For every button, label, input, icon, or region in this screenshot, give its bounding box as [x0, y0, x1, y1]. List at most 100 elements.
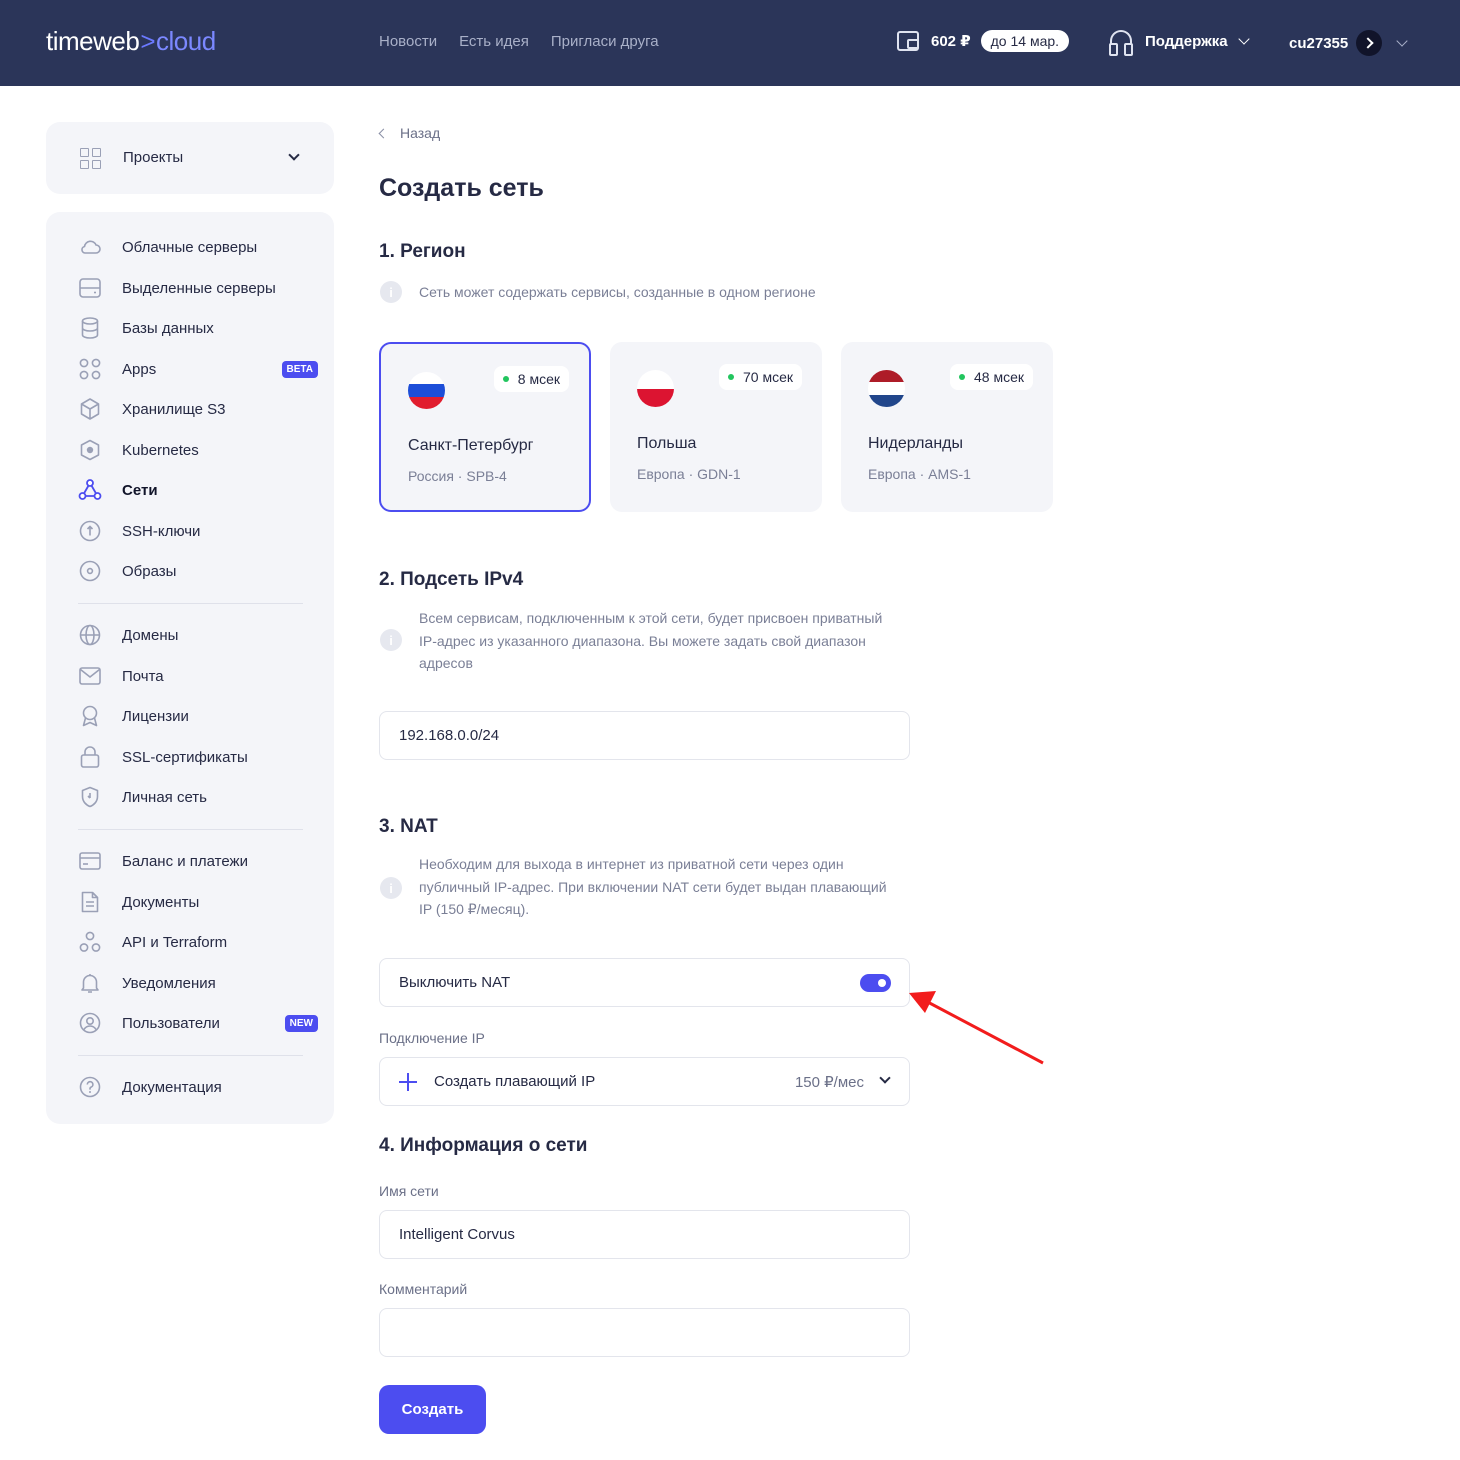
chevron-down-icon	[288, 149, 300, 161]
sidebar-item-label: API и Terraform	[122, 933, 228, 951]
card-icon	[78, 849, 102, 873]
region-city: Нидерланды	[868, 435, 963, 452]
logo-main: timeweb	[46, 26, 140, 56]
sidebar-item-ssl[interactable]: SSL-сертификаты	[78, 743, 318, 771]
projects-selector[interactable]: Проекты	[46, 122, 334, 194]
sidebar-item-cloud-servers[interactable]: Облачные серверы	[78, 233, 318, 261]
sidebar-item-label: Apps	[122, 360, 157, 378]
region-hint: i Сеть может содержать сервисы, созданны…	[380, 281, 816, 304]
back-label: Назад	[400, 125, 441, 141]
sidebar-item-images[interactable]: Образы	[78, 557, 318, 585]
logo[interactable]: timeweb>cloud	[46, 26, 216, 57]
sidebar-item-s3[interactable]: Хранилище S3	[78, 395, 318, 423]
headset-icon	[1109, 30, 1133, 56]
award-icon	[78, 704, 102, 728]
floating-ip-option: Создать плавающий IP	[434, 1073, 596, 1090]
region-card-poland[interactable]: 70 мсек Польша Европа · GDN-1	[610, 342, 822, 512]
floating-ip-price: 150 ₽/мес	[794, 1074, 864, 1091]
sidebar-item-label: Выделенные серверы	[122, 279, 276, 297]
sidebar-item-databases[interactable]: Базы данных	[78, 314, 318, 342]
sidebar-item-label: Лицензии	[122, 707, 189, 725]
region-card-netherlands[interactable]: 48 мсек Нидерланды Европа · AMS-1	[841, 342, 1053, 512]
sidebar-item-ssh-keys[interactable]: SSH-ключи	[78, 517, 318, 545]
sidebar-item-notifications[interactable]: Уведомления	[78, 969, 318, 997]
sidebar-item-dedicated-servers[interactable]: Выделенные серверы	[78, 274, 318, 302]
nav-invite[interactable]: Пригласи друга	[551, 33, 659, 50]
sidebar-item-billing[interactable]: Баланс и платежи	[78, 847, 318, 875]
create-button[interactable]: Создать	[379, 1385, 486, 1434]
network-name-input[interactable]: Intelligent Corvus	[379, 1210, 910, 1259]
new-badge: NEW	[284, 1014, 318, 1032]
kubernetes-icon	[78, 438, 102, 462]
support-menu[interactable]: Поддержка	[1109, 30, 1250, 56]
russia-flag-icon	[408, 372, 445, 409]
api-icon	[78, 930, 102, 954]
region-card-spb[interactable]: 8 мсек Санкт-Петербург Россия · SPB-4	[379, 342, 591, 512]
comment-label: Комментарий	[379, 1281, 468, 1297]
top-header: timeweb>cloud Новости Есть идея Пригласи…	[0, 0, 1460, 86]
sidebar-item-apps[interactable]: Apps BETA	[78, 355, 318, 383]
sidebar-item-documents[interactable]: Документы	[78, 888, 318, 916]
sidebar-item-api[interactable]: API и Terraform	[78, 928, 318, 956]
nav-news[interactable]: Новости	[379, 33, 437, 50]
nat-toggle-switch[interactable]	[860, 974, 891, 992]
ping-badge: 48 мсек	[950, 364, 1033, 390]
document-icon	[78, 890, 102, 914]
sidebar-item-kubernetes[interactable]: Kubernetes	[78, 436, 318, 464]
key-icon	[78, 519, 102, 543]
help-icon	[78, 1075, 102, 1099]
server-icon	[78, 276, 102, 300]
info-icon: i	[380, 281, 402, 303]
info-icon: i	[380, 629, 402, 651]
globe-icon	[78, 623, 102, 647]
plus-icon	[399, 1072, 417, 1091]
sidebar-item-users[interactable]: Пользователи NEW	[78, 1009, 318, 1037]
ip-connection-label: Подключение IP	[379, 1030, 485, 1046]
cloud-icon	[78, 235, 102, 259]
projects-label: Проекты	[123, 149, 184, 166]
user-icon	[78, 1011, 102, 1035]
chevron-left-icon	[378, 128, 389, 138]
chevron-down-icon	[1237, 33, 1250, 45]
comment-input[interactable]	[379, 1308, 910, 1357]
grid-icon	[80, 148, 102, 170]
sidebar-item-domains[interactable]: Домены	[78, 621, 318, 649]
region-zone: Европа · GDN-1	[637, 466, 741, 482]
sidebar-item-label: Kubernetes	[122, 441, 199, 459]
network-icon	[78, 478, 102, 502]
sidebar-divider	[78, 603, 303, 604]
section-title-subnet: 2. Подсеть IPv4	[379, 569, 524, 590]
region-zone: Европа · AMS-1	[868, 466, 971, 482]
balance-widget[interactable]: 602 ₽ до 14 мар.	[897, 30, 1070, 52]
floating-ip-select[interactable]: Создать плавающий IP 150 ₽/мес	[379, 1057, 910, 1106]
section-title-nat: 3. NAT	[379, 816, 438, 837]
back-link[interactable]: Назад	[378, 125, 441, 141]
sidebar-item-docs[interactable]: Документация	[78, 1073, 318, 1101]
sidebar: Облачные серверы Выделенные серверы Базы…	[46, 212, 334, 1124]
nat-toggle-row[interactable]: Выключить NAT	[379, 958, 910, 1007]
region-hint-text: Сеть может содержать сервисы, созданные …	[419, 284, 816, 300]
section-title-region: 1. Регион	[379, 241, 466, 262]
sidebar-item-vpn[interactable]: Личная сеть	[78, 783, 318, 811]
info-icon: i	[380, 877, 402, 899]
nav-idea[interactable]: Есть идея	[459, 33, 529, 50]
section-title-info: 4. Информация о сети	[379, 1135, 588, 1156]
sidebar-item-licenses[interactable]: Лицензии	[78, 702, 318, 730]
sidebar-item-label: Баланс и платежи	[122, 852, 248, 870]
ping-badge: 8 мсек	[493, 366, 569, 392]
sidebar-item-networks[interactable]: Сети	[78, 476, 318, 504]
subnet-input[interactable]: 192.168.0.0/24	[379, 711, 910, 760]
database-icon	[78, 316, 102, 340]
sidebar-item-label: SSL-сертификаты	[122, 748, 248, 766]
wallet-icon	[897, 31, 919, 51]
subnet-hint: i Всем сервисам, подключенным к этой сет…	[380, 607, 900, 675]
region-city: Польша	[637, 435, 697, 452]
sidebar-item-label: SSH-ключи	[122, 522, 201, 540]
network-name-label: Имя сети	[379, 1183, 439, 1199]
sidebar-item-mail[interactable]: Почта	[78, 662, 318, 690]
poland-flag-icon	[637, 370, 674, 407]
sidebar-divider	[78, 1055, 303, 1056]
user-menu[interactable]: cu27355	[1289, 30, 1408, 56]
top-nav: Новости Есть идея Пригласи друга	[379, 33, 659, 50]
sidebar-item-label: Пользователи	[122, 1014, 220, 1032]
